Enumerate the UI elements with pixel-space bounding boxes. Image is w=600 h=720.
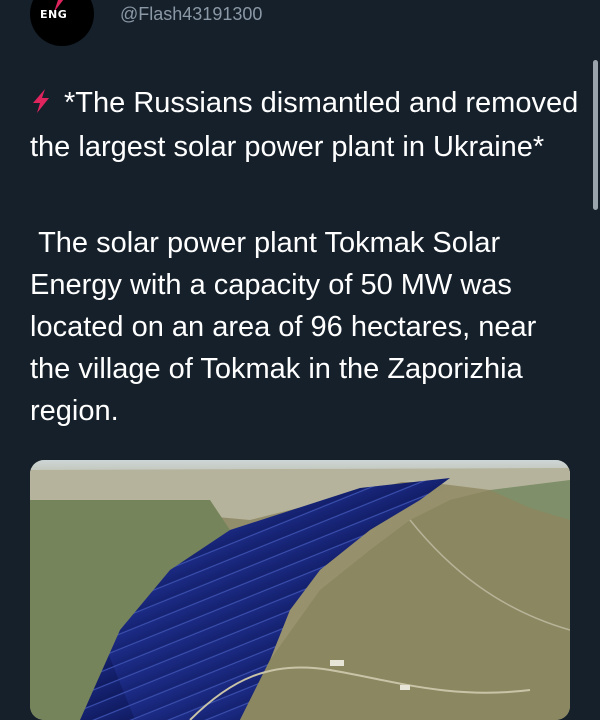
aerial-solar-plant-photo[interactable] xyxy=(30,460,570,720)
avatar-badge: ENG xyxy=(40,8,68,21)
body-text: The solar power plant Tokmak Solar Energ… xyxy=(30,227,545,427)
headline-text: *The Russians dismantled and removed the… xyxy=(30,87,579,163)
user-handle[interactable]: @Flash43191300 xyxy=(120,4,262,25)
tweet-body: The solar power plant Tokmak Solar Energ… xyxy=(30,222,580,432)
scrollbar[interactable] xyxy=(593,60,598,210)
tweet-header: ENG @Flash43191300 xyxy=(30,0,262,48)
avatar[interactable]: ENG xyxy=(30,0,94,46)
lightning-bolt-icon xyxy=(30,84,52,126)
tweet-headline: *The Russians dismantled and removed the… xyxy=(30,82,580,168)
